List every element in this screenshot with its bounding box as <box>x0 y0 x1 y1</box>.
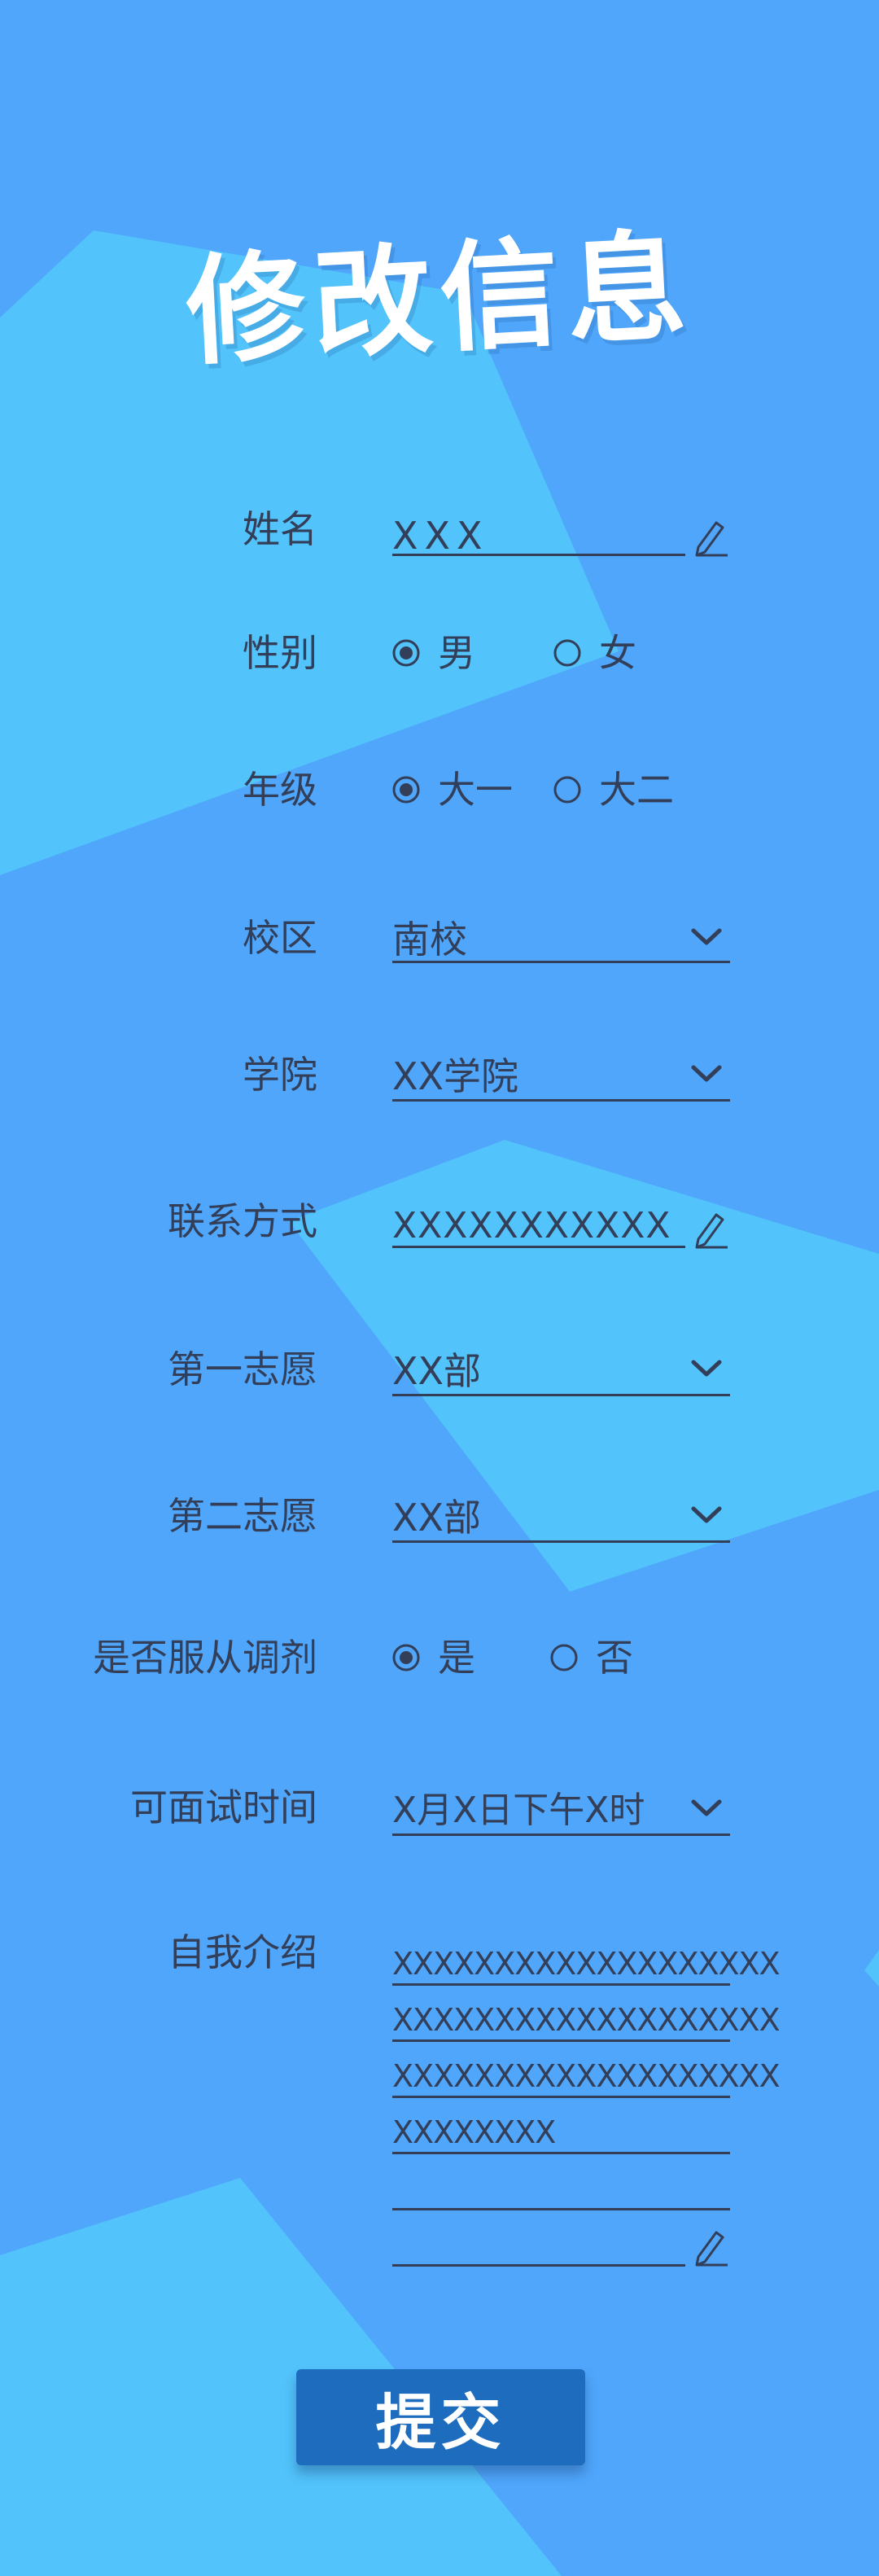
second-choice-underline <box>392 1540 730 1543</box>
second-choice-select[interactable]: XX部 <box>392 1493 481 1542</box>
first-choice-select[interactable]: XX部 <box>392 1347 481 1395</box>
radio-unchecked-icon <box>553 776 581 804</box>
first-choice-label: 第一志愿 <box>168 1347 317 1391</box>
interview-time-label: 可面试时间 <box>130 1785 317 1829</box>
radio-checked-icon <box>392 1644 420 1671</box>
college-select[interactable]: XX学院 <box>392 1052 518 1101</box>
grade-label: 年级 <box>243 768 317 812</box>
radio-unchecked-icon <box>550 1644 578 1671</box>
submit-button[interactable]: 提交 <box>296 2369 585 2465</box>
second-choice-label: 第二志愿 <box>168 1494 317 1538</box>
grade-option-sophomore-label: 大二 <box>599 768 674 812</box>
contact-input[interactable]: XXXXXXXXXXX <box>392 1202 671 1251</box>
intro-underline <box>392 2208 730 2210</box>
first-choice-underline <box>392 1394 730 1396</box>
college-underline <box>392 1099 730 1102</box>
college-label: 学院 <box>243 1053 317 1097</box>
intro-underline <box>392 1983 730 1986</box>
gender-option-male-label: 男 <box>438 631 475 675</box>
intro-line: XXXXXXXX <box>392 2114 556 2150</box>
intro-line: XXXXXXXXXXXXXXXXXXX <box>392 1946 781 1982</box>
pencil-icon[interactable] <box>692 518 728 559</box>
intro-underline <box>392 2039 730 2042</box>
gender-option-male[interactable]: 男 <box>392 629 475 677</box>
radio-checked-icon <box>392 639 420 667</box>
chevron-down-icon[interactable] <box>690 1505 723 1526</box>
grade-option-freshman-label: 大一 <box>438 768 513 812</box>
campus-select[interactable]: 南校 <box>392 915 467 964</box>
name-label: 姓名 <box>243 507 317 551</box>
interview-time-underline <box>392 1833 730 1836</box>
pencil-icon[interactable] <box>692 1210 728 1251</box>
contact-label: 联系方式 <box>168 1199 317 1243</box>
intro-underline <box>392 2264 685 2267</box>
chevron-down-icon[interactable] <box>690 1358 723 1379</box>
name-underline <box>392 554 685 556</box>
chevron-down-icon[interactable] <box>690 1063 723 1084</box>
interview-time-select[interactable]: X月X日下午X时 <box>392 1786 645 1835</box>
campus-label: 校区 <box>243 916 317 960</box>
name-input[interactable]: XXX <box>392 511 489 560</box>
chevron-down-icon[interactable] <box>690 1798 723 1819</box>
grade-option-sophomore[interactable]: 大二 <box>553 765 674 814</box>
adjust-label: 是否服从调剂 <box>93 1636 317 1680</box>
gender-option-female[interactable]: 女 <box>553 629 636 677</box>
campus-underline <box>392 961 730 963</box>
pencil-icon[interactable] <box>692 2228 728 2268</box>
grade-option-freshman[interactable]: 大一 <box>392 765 513 814</box>
bg-shape-right <box>864 1950 879 1987</box>
adjust-option-yes[interactable]: 是 <box>392 1633 475 1682</box>
chevron-down-icon[interactable] <box>690 927 723 948</box>
contact-underline <box>392 1246 685 1248</box>
gender-label: 性别 <box>243 631 317 675</box>
adjust-option-no-label: 否 <box>596 1636 633 1680</box>
adjust-option-yes-label: 是 <box>438 1636 475 1680</box>
radio-unchecked-icon <box>553 639 581 667</box>
intro-underline <box>392 2096 730 2098</box>
gender-option-female-label: 女 <box>599 631 636 675</box>
intro-line: XXXXXXXXXXXXXXXXXXX <box>392 2002 781 2038</box>
radio-checked-icon <box>392 776 420 804</box>
adjust-option-no[interactable]: 否 <box>550 1633 633 1682</box>
intro-line: XXXXXXXXXXXXXXXXXXX <box>392 2058 781 2094</box>
intro-underline <box>392 2152 730 2154</box>
intro-label: 自我介绍 <box>168 1930 317 1974</box>
